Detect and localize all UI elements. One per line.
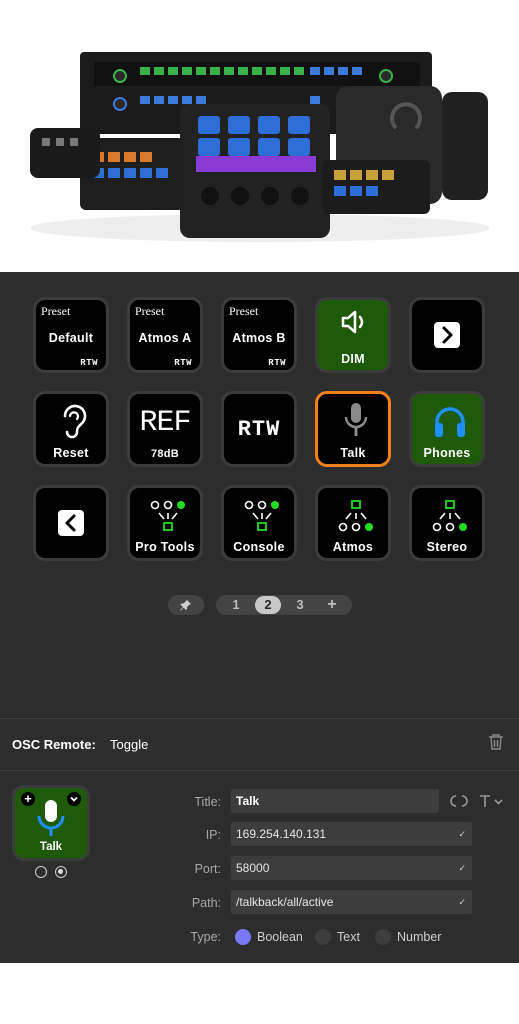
pin-button[interactable] xyxy=(168,595,204,615)
key-next-page[interactable] xyxy=(409,297,485,373)
routing-icon xyxy=(244,500,279,531)
key-dim[interactable]: DIM xyxy=(315,297,391,373)
routing-icon xyxy=(338,500,373,532)
type-boolean-radio[interactable]: Boolean xyxy=(235,929,303,945)
chevron-down-icon xyxy=(494,799,503,805)
rtw-logo: RTW xyxy=(237,417,281,442)
key-label: Atmos A xyxy=(138,331,192,345)
chevron-left-icon xyxy=(58,510,84,536)
type-label: Type: xyxy=(190,930,221,944)
rtw-brand-mark: RTW xyxy=(174,358,192,368)
page-1-button[interactable]: 1 xyxy=(223,596,249,614)
type-number-radio[interactable]: Number xyxy=(375,929,441,945)
key-preset-default[interactable]: Preset Default RTW xyxy=(33,297,109,373)
plugin-title: OSC Remote: xyxy=(12,737,96,752)
inspector-header: OSC Remote: Toggle xyxy=(0,719,519,771)
key-preset-atmos-b[interactable]: Preset Atmos B RTW xyxy=(221,297,297,373)
path-field[interactable]: /talkback/all/active ✓ xyxy=(231,890,472,914)
page-footer-blank xyxy=(0,963,519,1024)
title-field[interactable]: Talk xyxy=(231,789,439,813)
state-2-radio[interactable] xyxy=(55,866,67,878)
microphone-icon xyxy=(344,403,368,436)
chevron-right-icon xyxy=(434,322,460,348)
ip-field[interactable]: 169.254.140.131 ✓ xyxy=(231,822,472,846)
add-page-button[interactable]: + xyxy=(319,596,345,614)
path-value: /talkback/all/active xyxy=(236,895,334,909)
routing-icon xyxy=(432,500,467,532)
type-text-radio[interactable]: Text xyxy=(315,929,360,945)
key-label: Pro Tools xyxy=(135,540,195,554)
key-ref-level[interactable]: REF 78dB xyxy=(127,391,203,467)
chevron-down-icon[interactable] xyxy=(67,792,81,806)
key-label: Reset xyxy=(53,446,89,460)
key-label: Console xyxy=(233,540,285,554)
state-1-radio[interactable] xyxy=(35,866,47,878)
headphones-icon xyxy=(435,407,465,437)
type-option-label: Text xyxy=(337,930,360,944)
port-value: 58000 xyxy=(236,861,270,875)
checkmark-icon: ✓ xyxy=(458,863,466,873)
title-tools xyxy=(450,795,503,807)
trash-icon[interactable] xyxy=(488,733,504,751)
key-label: Atmos B xyxy=(232,331,286,345)
preview-label: Talk xyxy=(39,841,63,853)
preset-caption: Preset xyxy=(41,304,71,318)
key-preset-atmos-a[interactable]: Preset Atmos A RTW xyxy=(127,297,203,373)
ip-label: IP: xyxy=(205,828,221,842)
action-name: Toggle xyxy=(110,737,149,752)
key-atmos[interactable]: Atmos xyxy=(315,485,391,561)
key-console[interactable]: Console xyxy=(221,485,297,561)
key-prev-page[interactable] xyxy=(33,485,109,561)
key-label: 78dB xyxy=(150,448,180,460)
page-2-button[interactable]: 2 xyxy=(255,596,281,614)
type-option-label: Number xyxy=(397,930,442,944)
key-stereo[interactable]: Stereo xyxy=(409,485,485,561)
title-label: Title: xyxy=(194,795,221,809)
key-phones[interactable]: Phones xyxy=(409,391,485,467)
page: Preset Default RTW Preset Atmos A RTW Pr… xyxy=(0,0,519,1024)
radio-icon xyxy=(375,929,391,945)
preset-caption: Preset xyxy=(229,304,259,318)
microphone-icon xyxy=(37,800,65,836)
path-label: Path: xyxy=(191,896,221,910)
port-label: Port: xyxy=(194,862,221,876)
key-pro-tools[interactable]: Pro Tools xyxy=(127,485,203,561)
add-icon[interactable]: + xyxy=(21,792,35,806)
rtw-brand-mark: RTW xyxy=(268,358,286,368)
key-rtw-logo[interactable]: RTW xyxy=(221,391,297,467)
routing-icon xyxy=(150,500,185,531)
speaker-icon xyxy=(341,310,364,334)
key-label: Default xyxy=(48,331,94,345)
ear-icon xyxy=(63,404,87,439)
pin-icon xyxy=(180,600,191,611)
key-reset[interactable]: Reset xyxy=(33,391,109,467)
key-label: Stereo xyxy=(426,540,468,554)
key-label: Phones xyxy=(423,446,471,460)
toggle-state-icon xyxy=(450,795,468,807)
product-photo xyxy=(0,0,519,272)
stream-deck-panel: Preset Default RTW Preset Atmos A RTW Pr… xyxy=(0,272,519,718)
ref-title: REF xyxy=(139,406,191,440)
text-format-icon xyxy=(480,795,490,807)
port-field[interactable]: 58000 ✓ xyxy=(231,856,472,880)
page-selector: 1 2 3 + xyxy=(216,595,352,615)
stream-deck-family-image xyxy=(30,52,490,242)
radio-icon xyxy=(315,929,331,945)
radio-selected-icon xyxy=(235,929,251,945)
type-option-label: Boolean xyxy=(257,930,303,944)
checkmark-icon: ✓ xyxy=(458,897,466,907)
key-label: Atmos xyxy=(332,540,374,554)
checkmark-icon: ✓ xyxy=(458,829,466,839)
title-value: Talk xyxy=(236,794,260,808)
property-inspector: OSC Remote: Toggle + Talk Title: Talk IP… xyxy=(0,718,519,963)
ip-value: 169.254.140.131 xyxy=(236,827,327,841)
key-label: DIM xyxy=(341,352,365,366)
rtw-brand-mark: RTW xyxy=(80,358,98,368)
key-label: Talk xyxy=(340,446,366,460)
page-3-button[interactable]: 3 xyxy=(287,596,313,614)
key-preview[interactable]: + Talk xyxy=(12,785,90,861)
preset-caption: Preset xyxy=(135,304,165,318)
key-talk[interactable]: Talk xyxy=(315,391,391,467)
